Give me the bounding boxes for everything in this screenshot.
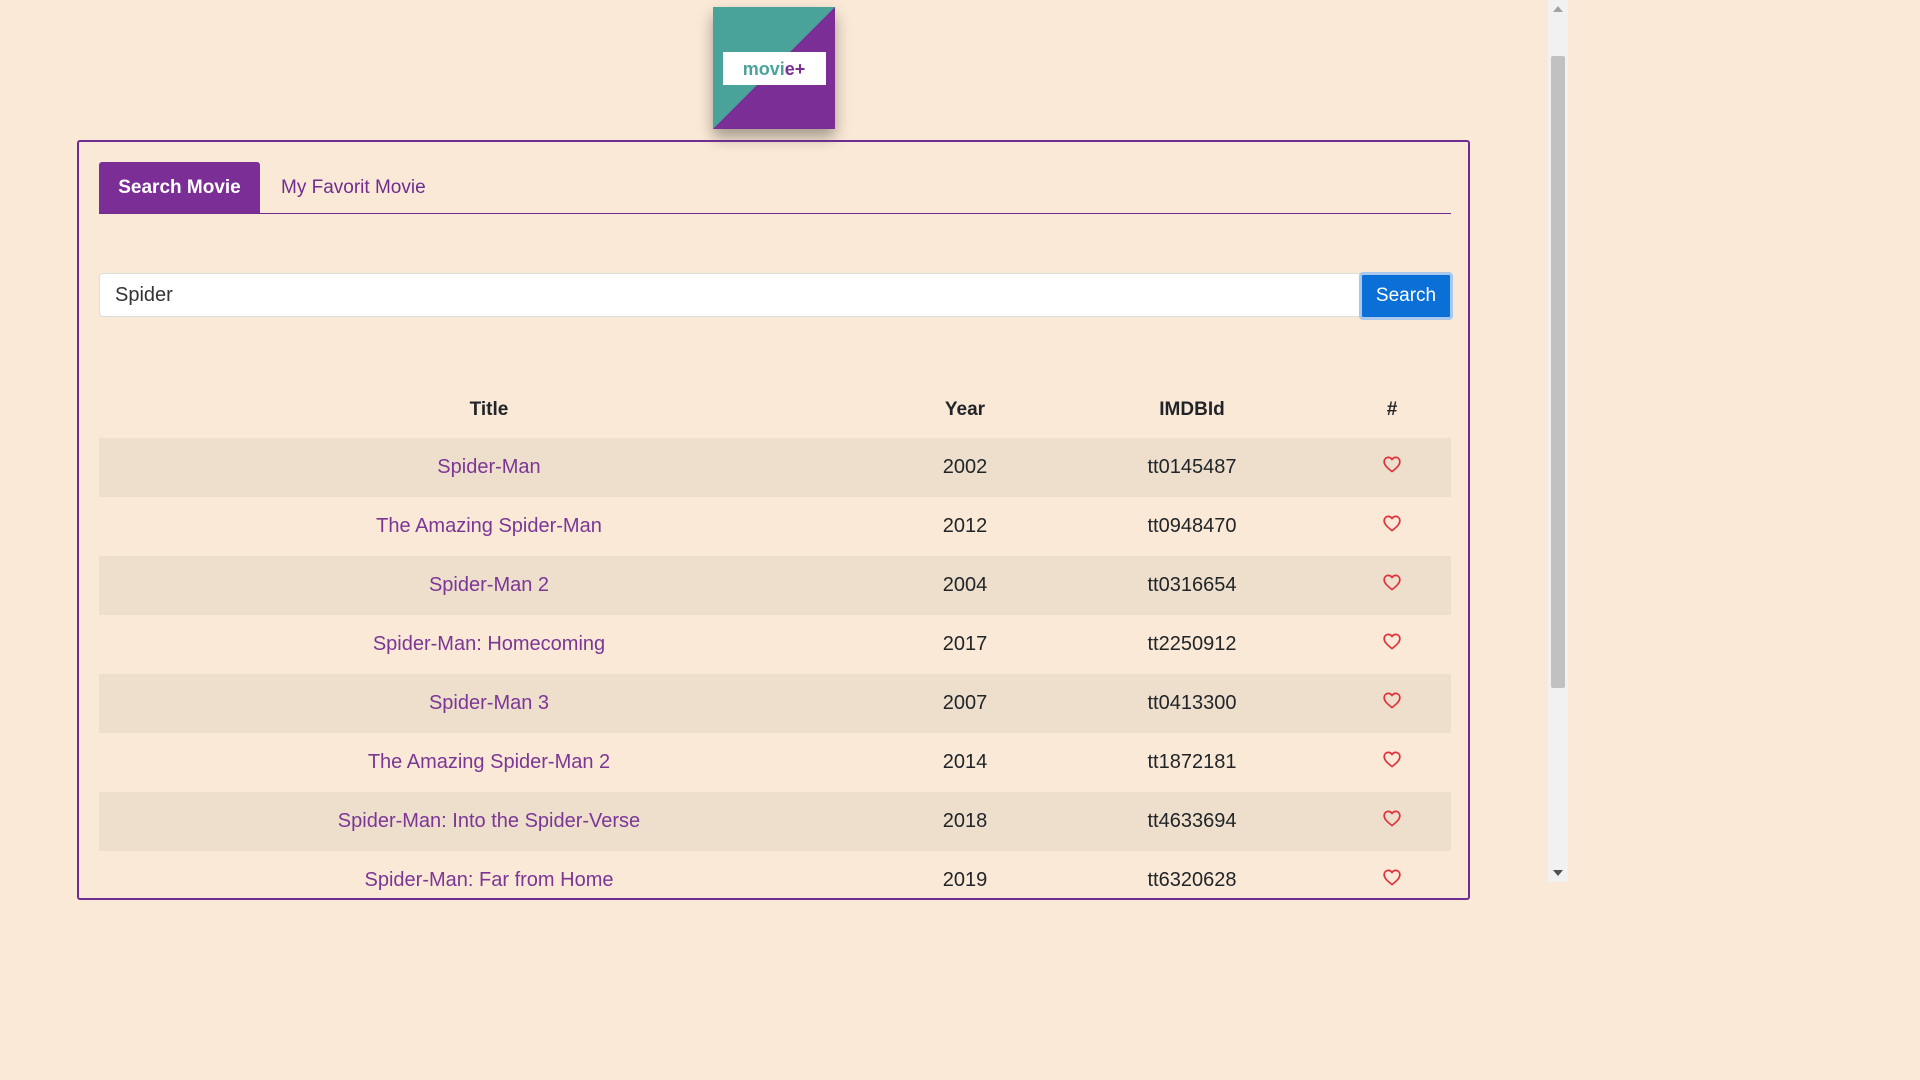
year-cell: 2017 — [942, 633, 988, 655]
heart-icon[interactable] — [1383, 751, 1401, 774]
imdb-cell: tt0145487 — [1147, 456, 1237, 478]
table-row: Spider-Man: Far from Home 2019 tt6320628 — [99, 851, 1451, 910]
action-cell — [1333, 851, 1451, 910]
table-row: The Amazing Spider-Man 2 2014 tt1872181 — [99, 733, 1451, 792]
year-cell: 2012 — [942, 515, 988, 537]
heart-icon[interactable] — [1383, 869, 1401, 892]
action-cell — [1333, 615, 1451, 674]
action-cell — [1333, 497, 1451, 556]
imdb-cell: tt0948470 — [1147, 515, 1237, 537]
header-year: Year — [944, 399, 986, 420]
imdb-cell: tt4633694 — [1147, 810, 1237, 832]
table-row: The Amazing Spider-Man 2012 tt0948470 — [99, 497, 1451, 556]
heart-icon[interactable] — [1383, 456, 1401, 479]
imdb-cell: tt2250912 — [1147, 633, 1237, 655]
heart-icon[interactable] — [1383, 574, 1401, 597]
title-cell: Spider-Man: Far from Home — [99, 851, 879, 910]
search-input[interactable] — [99, 273, 1361, 317]
header-title: Title — [469, 399, 509, 420]
title-cell: The Amazing Spider-Man 2 — [99, 733, 879, 792]
imdb-cell: tt0316654 — [1147, 574, 1237, 596]
search-button[interactable]: Search — [1359, 272, 1453, 320]
scroll-down-arrow-icon[interactable] — [1553, 870, 1563, 876]
action-cell — [1333, 674, 1451, 733]
year-cell: 2007 — [942, 692, 988, 714]
imdb-cell: tt6320628 — [1147, 869, 1237, 891]
year-cell: 2019 — [942, 869, 988, 891]
table-row: Spider-Man 3 2007 tt0413300 — [99, 674, 1451, 733]
title-cell: Spider-Man: Homecoming — [99, 615, 879, 674]
table-row: Spider-Man 2002 tt0145487 — [99, 438, 1451, 497]
svg-text:movie+: movie+ — [743, 59, 806, 79]
imdb-cell: tt1872181 — [1147, 751, 1237, 773]
main-panel: Search Movie My Favorit Movie Search Tit… — [77, 140, 1470, 900]
table-header-row: Title Year IMDBId # — [99, 382, 1451, 438]
results-table: Title Year IMDBId # Spider-Man 2002 tt0145… — [99, 382, 1451, 910]
movie-title-link[interactable]: Spider-Man: Far from Home — [365, 869, 614, 891]
heart-icon[interactable] — [1383, 810, 1401, 833]
imdb-cell: tt0413300 — [1147, 692, 1237, 714]
year-cell: 2018 — [942, 810, 988, 832]
movie-title-link[interactable]: Spider-Man 3 — [429, 692, 549, 714]
title-cell: The Amazing Spider-Man — [99, 497, 879, 556]
tab-search-movie[interactable]: Search Movie — [99, 162, 260, 213]
search-bar: Search — [99, 272, 1453, 320]
app-logo: movie+ — [713, 7, 835, 129]
action-cell — [1333, 792, 1451, 851]
heart-icon[interactable] — [1383, 692, 1401, 715]
table-row: Spider-Man: Homecoming 2017 tt2250912 — [99, 615, 1451, 674]
table-row: Spider-Man 2 2004 tt0316654 — [99, 556, 1451, 615]
title-cell: Spider-Man: Into the Spider-Verse — [99, 792, 879, 851]
movie-title-link[interactable]: Spider-Man 2 — [429, 574, 549, 596]
year-cell: 2002 — [942, 456, 988, 478]
year-cell: 2004 — [942, 574, 988, 596]
movie-title-link[interactable]: The Amazing Spider-Man — [376, 515, 602, 537]
movie-title-link[interactable]: The Amazing Spider-Man 2 — [368, 751, 610, 773]
year-cell: 2014 — [942, 751, 988, 773]
header-imdbid: IMDBId — [1159, 399, 1225, 420]
logo-text-part: movi — [743, 59, 785, 79]
action-cell — [1333, 438, 1451, 497]
title-cell: Spider-Man 2 — [99, 556, 879, 615]
title-cell: Spider-Man — [99, 438, 879, 497]
movie-title-link[interactable]: Spider-Man: Into the Spider-Verse — [338, 810, 640, 832]
action-cell — [1333, 556, 1451, 615]
table-row: Spider-Man: Into the Spider-Verse 2018 tt4… — [99, 792, 1451, 851]
tab-bar: Search Movie My Favorit Movie — [99, 162, 1451, 214]
title-cell: Spider-Man 3 — [99, 674, 879, 733]
tab-favorite-movie[interactable]: My Favorit Movie — [281, 162, 426, 213]
heart-icon[interactable] — [1383, 633, 1401, 656]
movie-title-link[interactable]: Spider-Man — [437, 456, 540, 478]
heart-icon[interactable] — [1383, 515, 1401, 538]
header-actions: # — [1386, 399, 1398, 420]
scroll-up-arrow-icon[interactable] — [1553, 6, 1563, 12]
scrollbar-thumb[interactable] — [1551, 56, 1565, 688]
action-cell — [1333, 733, 1451, 792]
movie-title-link[interactable]: Spider-Man: Homecoming — [373, 633, 605, 655]
vertical-scrollbar[interactable] — [1548, 0, 1568, 882]
